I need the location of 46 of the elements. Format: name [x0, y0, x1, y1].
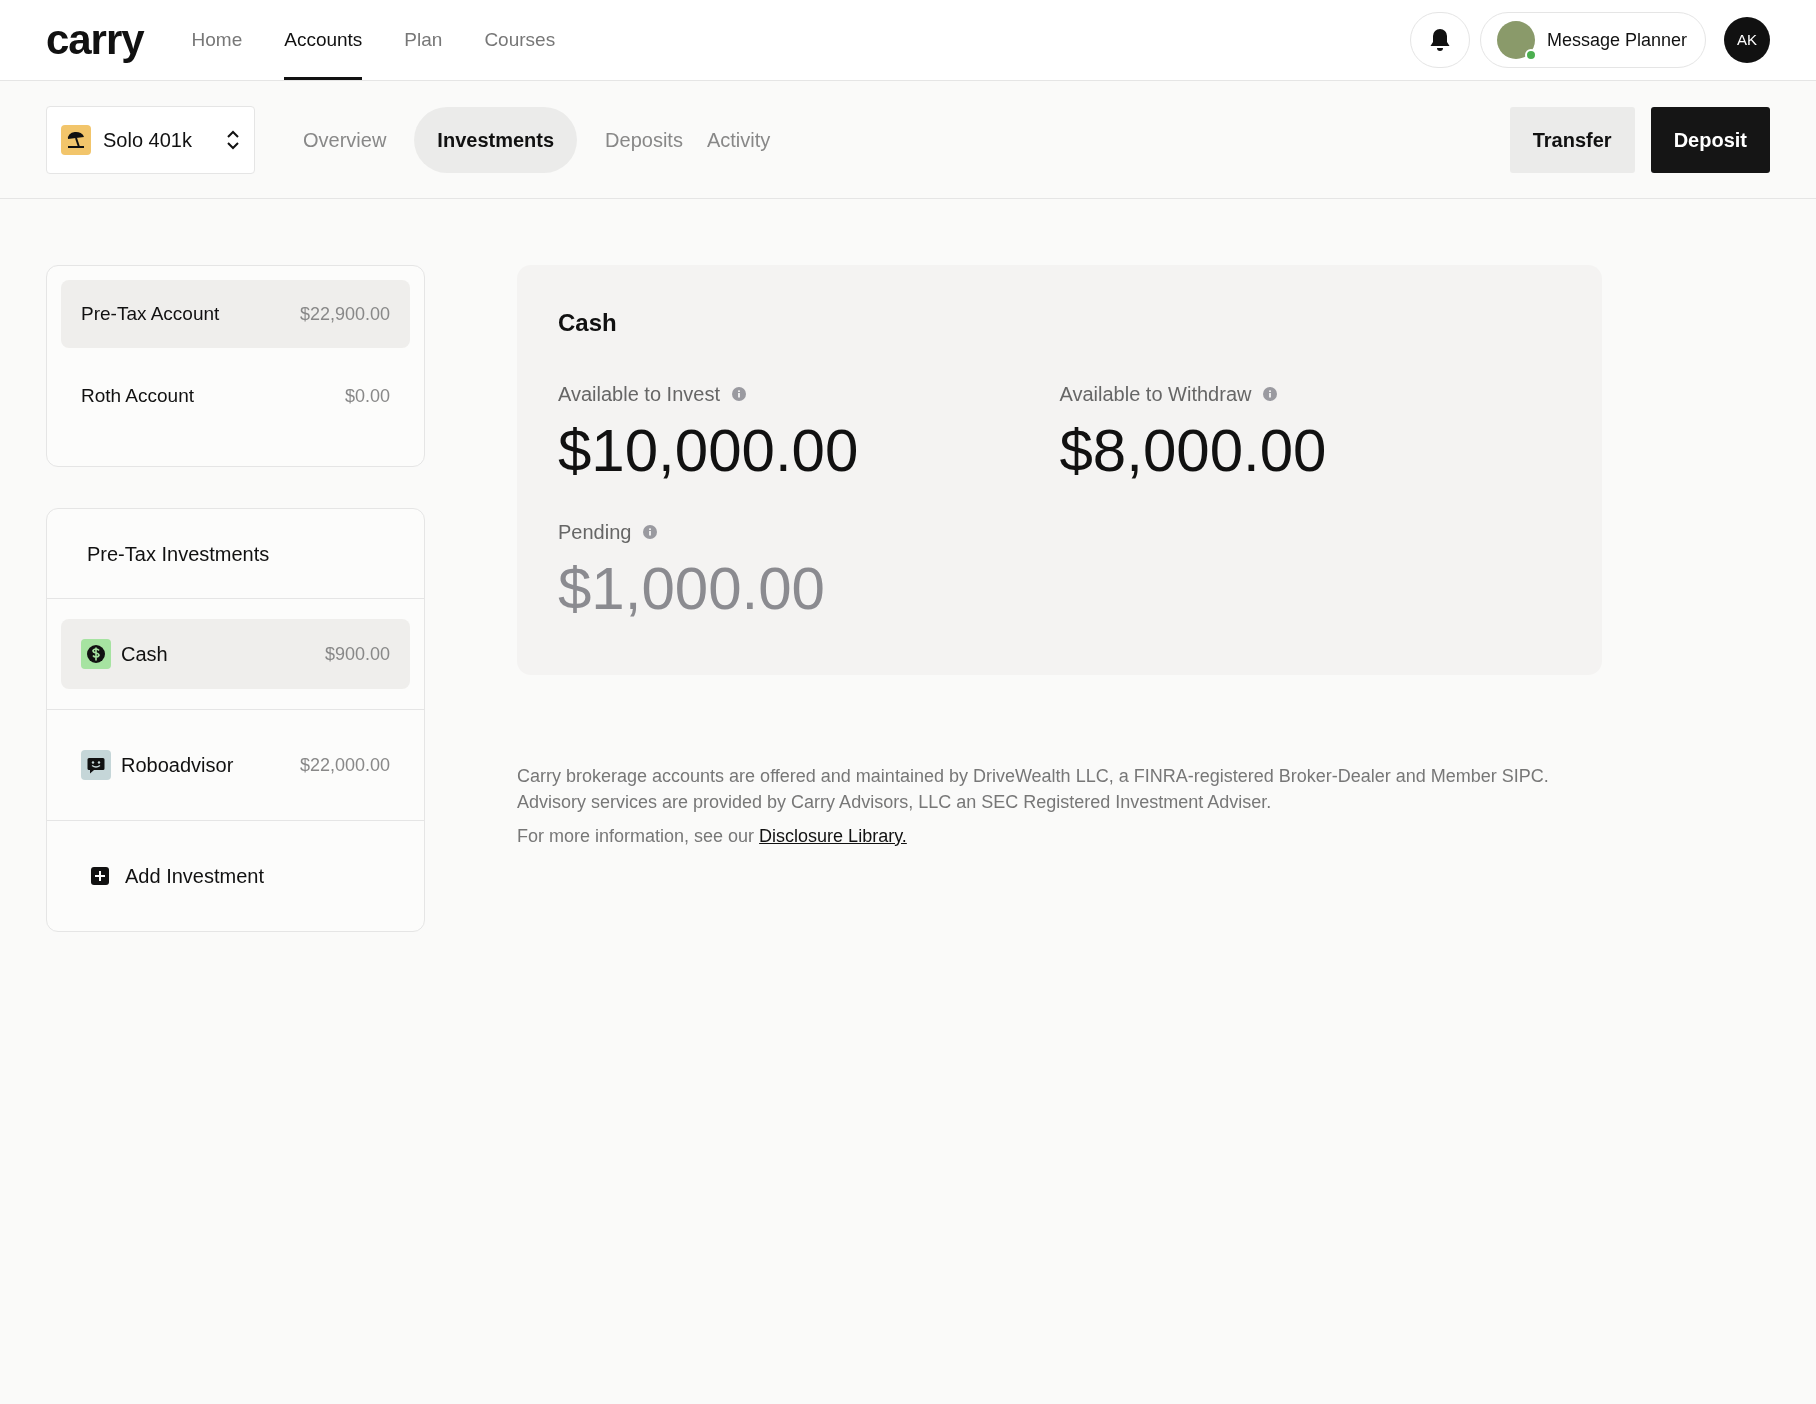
- stat-value: $8,000.00: [1059, 416, 1328, 486]
- notifications-button[interactable]: [1409, 12, 1470, 68]
- add-investment-button[interactable]: Add Investment: [91, 861, 264, 891]
- account-name: Roth Account: [81, 383, 195, 408]
- nav-link[interactable]: Accounts: [284, 0, 363, 80]
- deposit-button[interactable]: Deposit: [1650, 106, 1770, 173]
- more-info-text: For more information, see our: [517, 825, 755, 848]
- info-icon[interactable]: [1263, 387, 1278, 401]
- message-planner-button[interactable]: Message Planner: [1479, 12, 1706, 68]
- disclosure-library-link[interactable]: Disclosure Library.: [759, 823, 907, 849]
- beach-umbrella-icon: [61, 124, 91, 155]
- plus-icon: [91, 867, 109, 885]
- section-title: Pre-Tax Investments: [87, 541, 270, 567]
- info-icon[interactable]: [643, 525, 658, 539]
- transfer-button[interactable]: Transfer: [1509, 106, 1635, 173]
- account-name: Pre-Tax Account: [81, 301, 220, 326]
- nav-link[interactable]: Plan: [404, 0, 443, 80]
- investment-amount: $22,000.00: [299, 753, 390, 777]
- chat-smile-icon: [81, 750, 111, 780]
- stat-label: Pending: [558, 520, 632, 545]
- avatar: [1496, 21, 1535, 59]
- investment-name: Roboadvisor: [121, 753, 234, 778]
- stat-label: Available to Withdraw: [1059, 382, 1252, 407]
- account-selector[interactable]: Solo 401k: [46, 105, 255, 174]
- info-icon[interactable]: [731, 387, 746, 401]
- stat-value: $1,000.00: [558, 554, 826, 624]
- account-amount: $0.00: [344, 384, 390, 408]
- tab[interactable]: Investments: [414, 106, 578, 173]
- nav-link[interactable]: Courses: [484, 0, 556, 80]
- panel-title: Cash: [558, 308, 618, 338]
- investment-item[interactable]: Roboadvisor $22,000.00: [61, 730, 410, 800]
- disclosure-text: Carry brokerage accounts are offered and maintained by DriveWealth LLC, a FINRA-registered Broker-Dealer and Member SIPC. Advisory services are provided by Carry Advisors, LLC an SEC Registered Investment Adviser.: [517, 765, 1550, 814]
- account-item[interactable]: Pre-Tax Account $22,900.00: [61, 280, 410, 348]
- chevron-up-down-icon: [226, 129, 240, 150]
- dollar-icon: [81, 639, 111, 669]
- profile-avatar[interactable]: AK: [1724, 17, 1770, 63]
- carry-logo[interactable]: carry: [46, 19, 144, 61]
- stat-value: $10,000.00: [558, 416, 860, 486]
- account-item[interactable]: Roth Account $0.00: [61, 362, 410, 430]
- investment-amount: $900.00: [324, 642, 390, 666]
- nav-link[interactable]: Home: [191, 0, 243, 80]
- bell-icon: [1428, 28, 1451, 52]
- investment-name: Cash: [121, 642, 168, 667]
- account-amount: $22,900.00: [299, 302, 390, 326]
- stat-label: Available to Invest: [558, 382, 720, 407]
- investment-item[interactable]: Cash $900.00: [61, 619, 410, 689]
